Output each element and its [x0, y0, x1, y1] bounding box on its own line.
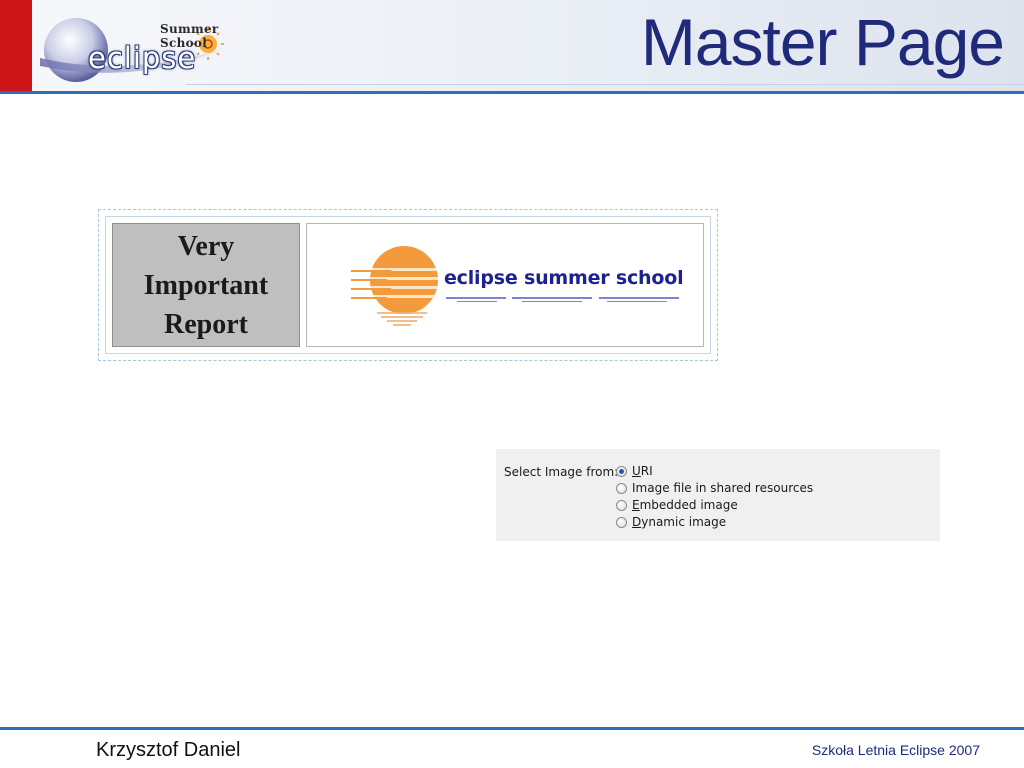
footer-event: Szkoła Letnia Eclipse 2007 [811, 742, 980, 758]
select-image-label: Select Image from: [504, 465, 619, 479]
eclipse-summer-school-logo: Summer School eclipse [36, 8, 256, 86]
report-brand-text: eclipse summer school [444, 267, 684, 289]
slide-header: Summer School eclipse Master Page [0, 0, 1024, 92]
report-header-grid: Very Important Report eclipse summer sch… [105, 216, 711, 354]
slide-title: Master Page [640, 5, 1005, 79]
select-image-panel: Select Image from: URI Image file in sha… [496, 449, 940, 541]
red-accent-strip [0, 0, 32, 92]
radio-button[interactable] [616, 465, 627, 477]
report-logo-cell[interactable]: eclipse summer school [306, 223, 704, 347]
radio-option-shared-resources[interactable]: Image file in shared resources [616, 481, 813, 495]
radio-label: Image file in shared resources [632, 481, 814, 495]
radio-label: Dynamic image [632, 515, 727, 529]
radio-option-uri[interactable]: URI [616, 464, 653, 478]
radio-button[interactable] [616, 499, 627, 511]
radio-option-embedded-image[interactable]: Embedded image [616, 498, 738, 512]
master-page-preview: Very Important Report eclipse summer sch… [98, 209, 718, 361]
logo-wordmark: eclipse [88, 41, 197, 75]
header-divider [0, 91, 1024, 94]
footer-divider [0, 727, 1024, 730]
radio-button[interactable] [616, 482, 627, 494]
radio-label: URI [632, 464, 653, 478]
footer-author: Krzysztof Daniel [96, 739, 241, 761]
radio-option-dynamic-image[interactable]: Dynamic image [616, 515, 726, 529]
radio-label: Embedded image [632, 498, 738, 512]
radio-button[interactable] [616, 516, 627, 528]
header-divider-thin [186, 84, 1024, 85]
report-title-label: Very Important Report [143, 230, 269, 340]
report-title-cell[interactable]: Very Important Report [112, 223, 300, 347]
